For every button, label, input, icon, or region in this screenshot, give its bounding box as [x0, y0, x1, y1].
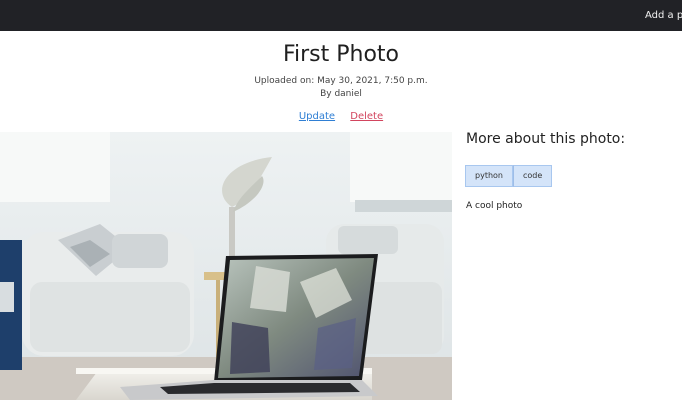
side-heading: More about this photo: [466, 131, 626, 147]
photo-actions: Update Delete [0, 111, 682, 122]
top-navbar: Add a photo [0, 0, 682, 31]
add-photo-link[interactable]: Add a photo [645, 10, 682, 21]
photo-author: By daniel [320, 89, 362, 99]
upload-date: Uploaded on: May 30, 2021, 7:50 p.m. [254, 76, 428, 86]
page-title: First Photo [282, 42, 400, 67]
update-link[interactable]: Update [299, 111, 335, 122]
tag-list: python code [465, 165, 553, 187]
photo-description: A cool photo [466, 201, 523, 211]
tag-code[interactable]: code [512, 165, 553, 187]
tag-python[interactable]: python [465, 165, 513, 187]
delete-link[interactable]: Delete [350, 111, 383, 122]
photo-image [0, 132, 452, 400]
